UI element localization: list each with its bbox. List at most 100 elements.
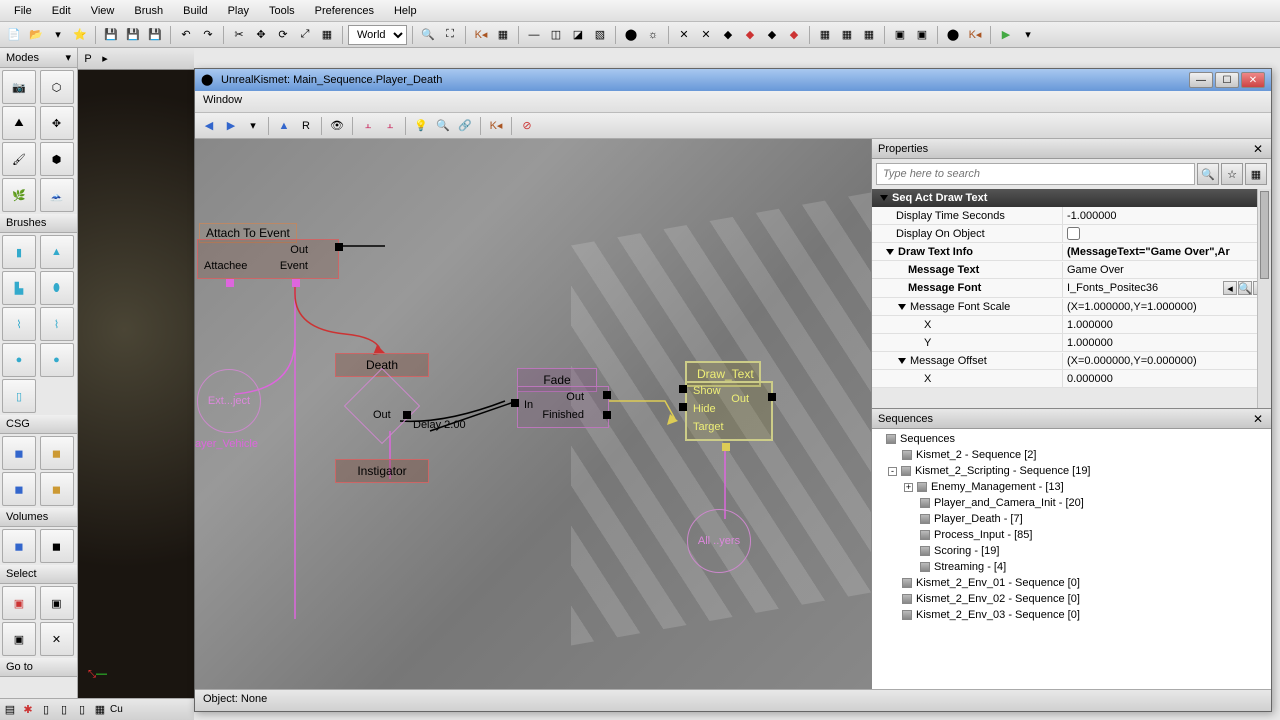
menu-preferences[interactable]: Preferences bbox=[305, 3, 384, 19]
unreal-icon[interactable]: ⬤ bbox=[943, 25, 963, 45]
graph-canvas[interactable]: Attach To Event Attachee Event Out Ext..… bbox=[195, 139, 871, 689]
prop-display-obj-checkbox[interactable] bbox=[1067, 227, 1080, 240]
prop-display-time-value[interactable]: -1.000000▴▾ bbox=[1062, 207, 1271, 224]
open-icon[interactable]: 📂 bbox=[26, 25, 46, 45]
tree-item[interactable]: Scoring - [19] bbox=[874, 543, 1269, 559]
linear-brush-button[interactable]: ⌇ bbox=[40, 307, 74, 341]
maximize-button[interactable]: ☐ bbox=[1215, 72, 1239, 88]
csg-intersect-button[interactable]: ◼ bbox=[2, 472, 36, 506]
fullscreen-icon[interactable]: ⛶ bbox=[440, 25, 460, 45]
prop-y-value[interactable]: 1.000000▴▾ bbox=[1062, 334, 1271, 351]
obj-ext-ject[interactable]: Ext...ject bbox=[197, 369, 261, 433]
prop-draw-info-label[interactable]: Draw Text Info bbox=[872, 244, 1062, 260]
node-fade-body[interactable]: In Out Finished bbox=[517, 386, 609, 428]
port-finished-pin[interactable] bbox=[603, 411, 611, 419]
font-find-icon[interactable]: 🔍 bbox=[1238, 281, 1252, 295]
sheet-brush-button[interactable]: ● bbox=[40, 343, 74, 377]
new-icon[interactable]: 📄 bbox=[4, 25, 24, 45]
back-icon[interactable]: ◀ bbox=[199, 116, 219, 136]
sync-icon[interactable]: ✱ bbox=[20, 702, 36, 718]
menu-file[interactable]: File bbox=[4, 3, 42, 19]
port-show-pin[interactable] bbox=[679, 385, 687, 393]
rotate-icon[interactable]: ⟳ bbox=[273, 25, 293, 45]
select-hide-button[interactable]: ✕ bbox=[40, 622, 74, 656]
fav-icon[interactable]: ☆ bbox=[1221, 163, 1243, 185]
prop-msg-scale-label[interactable]: Message Font Scale bbox=[872, 299, 1062, 315]
csg-deintersect-button[interactable]: ◼ bbox=[40, 472, 74, 506]
log-icon[interactable]: ▤ bbox=[2, 702, 18, 718]
tree-item[interactable]: Process_Input - [85] bbox=[874, 527, 1269, 543]
select-none-button[interactable]: ▣ bbox=[40, 586, 74, 620]
sphere-brush-button[interactable]: ● bbox=[2, 343, 36, 377]
build-all-icon[interactable]: ◆ bbox=[784, 25, 804, 45]
tree-item[interactable]: Player_Death - [7] bbox=[874, 511, 1269, 527]
spiral-brush-button[interactable]: ⌇ bbox=[2, 307, 36, 341]
tree-item[interactable]: Kismet_2 - Sequence [2] bbox=[874, 447, 1269, 463]
open-kismet-icon[interactable]: K◂ bbox=[486, 116, 506, 136]
tree-item[interactable]: Kismet_2_Env_02 - Sequence [0] bbox=[874, 591, 1269, 607]
redo-icon[interactable]: ↷ bbox=[198, 25, 218, 45]
mesh-mode-button[interactable]: ⬢ bbox=[40, 142, 74, 176]
cone-brush-button[interactable]: ▲ bbox=[40, 235, 74, 269]
tree-root[interactable]: Sequences bbox=[874, 431, 1269, 447]
csg-subtract-button[interactable]: ◼ bbox=[40, 436, 74, 470]
build-geom-icon[interactable]: ◆ bbox=[718, 25, 738, 45]
light-icon[interactable]: ☼ bbox=[643, 25, 663, 45]
snap2-icon[interactable]: ▯ bbox=[56, 702, 72, 718]
tree-item[interactable]: +Enemy_Management - [13] bbox=[874, 479, 1269, 495]
font-browse-icon[interactable]: ◂ bbox=[1223, 281, 1237, 295]
volume-brush-button[interactable]: ▯ bbox=[2, 379, 36, 413]
tree-item[interactable]: Kismet_2_Env_03 - Sequence [0] bbox=[874, 607, 1269, 623]
snap3-icon[interactable]: ▯ bbox=[74, 702, 90, 718]
sphere-icon[interactable]: ⬤ bbox=[621, 25, 641, 45]
build-paths-icon[interactable]: ◆ bbox=[762, 25, 782, 45]
foliage-mode-button[interactable]: 🌿 bbox=[2, 178, 36, 212]
close-button[interactable]: ✕ bbox=[1241, 72, 1265, 88]
save-icon[interactable]: 💾 bbox=[101, 25, 121, 45]
save-as-icon[interactable]: 💾 bbox=[145, 25, 165, 45]
menu-tools[interactable]: Tools bbox=[259, 3, 305, 19]
menu-play[interactable]: Play bbox=[218, 3, 259, 19]
brush-solid-icon[interactable]: ◪ bbox=[568, 25, 588, 45]
camera-mode-button[interactable]: 📷 bbox=[2, 70, 36, 104]
translate-mode-button[interactable]: ✥ bbox=[40, 106, 74, 140]
coord-space-select[interactable]: World bbox=[348, 25, 407, 45]
csg-add-button[interactable]: ◼ bbox=[2, 436, 36, 470]
grid-icon[interactable]: ▦ bbox=[92, 702, 108, 718]
viewport-realtime-icon[interactable]: P bbox=[80, 51, 96, 67]
tree-item[interactable]: Streaming - [4] bbox=[874, 559, 1269, 575]
port-event-pin[interactable] bbox=[292, 279, 300, 287]
history-icon[interactable]: ▾ bbox=[243, 116, 263, 136]
save-all-icon[interactable]: 💾 bbox=[123, 25, 143, 45]
kismet-menu-window[interactable]: Window bbox=[203, 94, 242, 106]
favorite-icon[interactable]: ⭐ bbox=[70, 25, 90, 45]
scale-icon[interactable]: ⤢ bbox=[295, 25, 315, 45]
kismet-icon[interactable]: K◂ bbox=[471, 25, 491, 45]
port-out-pin-3[interactable] bbox=[603, 391, 611, 399]
port-out-pin-4[interactable] bbox=[768, 393, 776, 401]
undo-icon[interactable]: ↶ bbox=[176, 25, 196, 45]
modes-dropdown-icon[interactable]: ▾ bbox=[65, 51, 71, 64]
menu-edit[interactable]: Edit bbox=[42, 3, 81, 19]
scale-nonuniform-icon[interactable]: ▦ bbox=[317, 25, 337, 45]
prop-x-value[interactable]: 1.000000▴▾ bbox=[1062, 316, 1271, 333]
up-icon[interactable]: ▲ bbox=[274, 116, 294, 136]
volume-add-button[interactable]: ◼ bbox=[2, 529, 36, 563]
brush-box-icon[interactable]: ◫ bbox=[546, 25, 566, 45]
port-attachee-pin[interactable] bbox=[226, 279, 234, 287]
node-attach-event[interactable]: Attachee Event Out bbox=[197, 239, 339, 279]
hide-icon[interactable]: 👁 bbox=[327, 116, 347, 136]
port-out-pin-2[interactable] bbox=[403, 411, 411, 419]
package2-icon[interactable]: ▣ bbox=[912, 25, 932, 45]
paint-mode-button[interactable]: 🖌 bbox=[2, 142, 36, 176]
minimize-button[interactable]: — bbox=[1189, 72, 1213, 88]
viewport-flag-icon[interactable]: ▸ bbox=[97, 51, 113, 67]
select-all-button[interactable]: ▣ bbox=[2, 586, 36, 620]
kismet-titlebar[interactable]: ⬤ UnrealKismet: Main_Sequence.Player_Dea… bbox=[195, 69, 1271, 91]
open-dropdown-icon[interactable]: ▾ bbox=[48, 25, 68, 45]
search-icon[interactable]: 🔍 bbox=[418, 25, 438, 45]
rename-icon[interactable]: R bbox=[296, 116, 316, 136]
content-browser-icon[interactable]: ▦ bbox=[493, 25, 513, 45]
tree-item[interactable]: -Kismet_2_Scripting - Sequence [19] bbox=[874, 463, 1269, 479]
menu-build[interactable]: Build bbox=[173, 3, 217, 19]
